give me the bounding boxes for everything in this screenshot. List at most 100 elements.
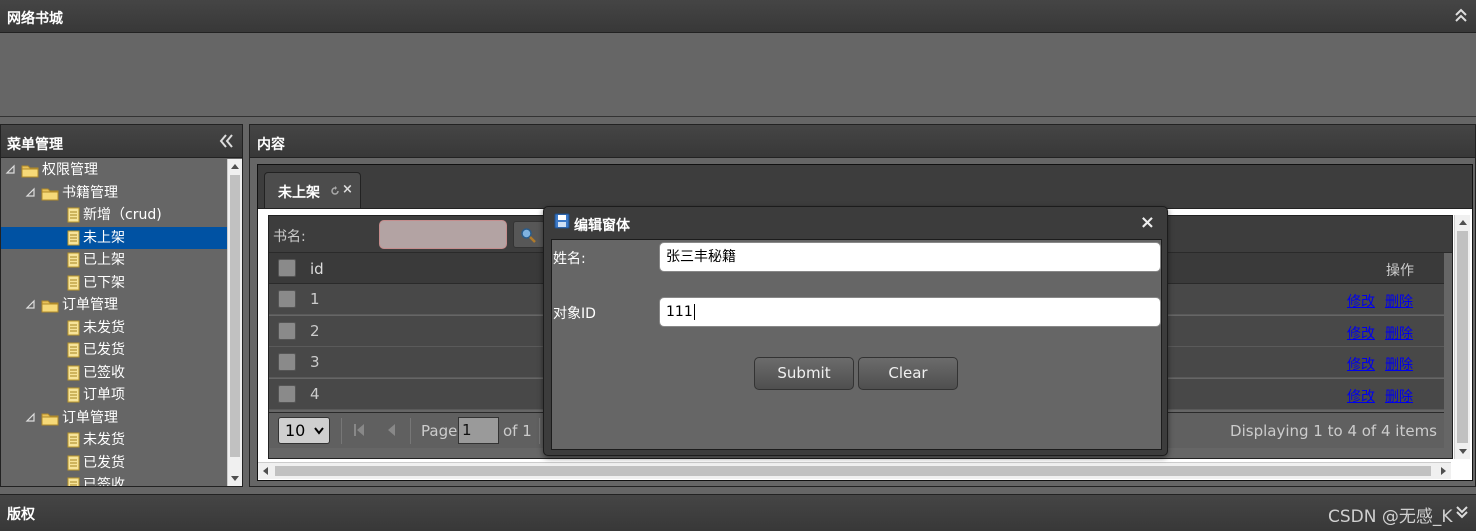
scroll-down-arrow-icon[interactable]	[1459, 449, 1467, 454]
cell-id: 3	[310, 353, 320, 371]
clear-button[interactable]: Clear	[858, 357, 958, 390]
tree-expand-icon[interactable]	[5, 159, 17, 181]
scroll-thumb[interactable]	[1457, 231, 1468, 443]
app-title: 网络书城	[7, 11, 63, 27]
tab-close-icon[interactable]: ×	[342, 182, 353, 197]
folder-icon	[41, 298, 59, 313]
tree-leaf-node[interactable]: 订单项	[1, 384, 227, 407]
tab-unlisted[interactable]: 未上架 ×	[264, 172, 361, 208]
tree-leaf-node[interactable]: 已发货	[1, 339, 227, 362]
refresh-icon[interactable]	[330, 186, 340, 196]
tree-node-label: 未发货	[83, 319, 125, 336]
scroll-up-arrow-icon[interactable]	[1459, 220, 1467, 225]
tree-scrollbar[interactable]	[227, 159, 242, 486]
search-button[interactable]	[513, 221, 545, 248]
file-icon	[67, 342, 80, 358]
grid-scrollbar[interactable]	[1454, 215, 1470, 459]
south-panel: 版权 CSDN @无感_K	[0, 494, 1476, 531]
search-icon	[521, 228, 536, 243]
folder-icon	[21, 163, 39, 178]
tree-folder-node[interactable]: 订单管理	[1, 294, 227, 317]
file-icon	[67, 387, 80, 403]
tree-leaf-node[interactable]: 新增（crud)	[1, 204, 227, 227]
collapse-up-icon[interactable]	[1454, 7, 1468, 23]
tree-leaf-node[interactable]: 已上架	[1, 249, 227, 272]
edit-link[interactable]: 修改	[1347, 291, 1375, 311]
tree-leaf-node[interactable]: 已发货	[1, 452, 227, 475]
tree-node-label: 未发货	[83, 432, 125, 448]
tabs-bar: 未上架 ×	[258, 165, 1472, 209]
delete-link[interactable]: 删除	[1385, 323, 1413, 343]
tree-expand-icon[interactable]	[25, 407, 37, 429]
horizontal-scrollbar[interactable]	[258, 462, 1451, 479]
column-header-id[interactable]: id	[310, 260, 324, 278]
cell-id: 1	[310, 290, 320, 308]
delete-link[interactable]: 删除	[1385, 291, 1413, 311]
page-size-select[interactable]: 10	[278, 417, 330, 444]
tree-expand-icon[interactable]	[25, 294, 37, 316]
scroll-thumb[interactable]	[230, 175, 240, 457]
scroll-down-arrow-icon[interactable]	[231, 476, 239, 481]
file-icon	[67, 230, 80, 246]
scroll-thumb[interactable]	[275, 466, 1431, 476]
folder-icon	[41, 411, 59, 425]
row-checkbox[interactable]	[278, 353, 296, 371]
book-name-search-input[interactable]	[379, 220, 507, 249]
edit-link[interactable]: 修改	[1347, 323, 1375, 343]
page-count: of 1	[503, 422, 532, 440]
file-icon	[67, 320, 80, 336]
collapse-left-icon[interactable]	[218, 133, 234, 149]
submit-button[interactable]: Submit	[754, 357, 854, 390]
dialog-header[interactable]: 编辑窗体 ×	[544, 207, 1167, 239]
watermark-text: CSDN @无感_K	[1328, 507, 1453, 527]
tree-leaf-node[interactable]: 已下架	[1, 272, 227, 295]
save-icon	[554, 213, 570, 229]
tree-leaf-node[interactable]: 未发货	[1, 317, 227, 340]
west-panel: 菜单管理 权限管理 书籍管理 新增（crud) 未上架 已上架 已下架 订单管理 未发货 已发货…	[0, 124, 243, 487]
scroll-right-arrow-icon[interactable]	[1441, 467, 1446, 475]
row-checkbox[interactable]	[278, 384, 296, 403]
tree-leaf-node[interactable]: 未发货	[1, 429, 227, 452]
tree-leaf-node[interactable]: 已签收	[1, 474, 227, 486]
tree-leaf-node[interactable]: 未上架	[1, 226, 227, 249]
row-checkbox[interactable]	[278, 321, 296, 340]
tree-node-label: 订单管理	[62, 297, 118, 313]
name-field-value: 张三丰秘籍	[666, 249, 736, 265]
object-id-label: 对象ID	[553, 306, 596, 322]
tree-folder-node[interactable]: 订单管理	[1, 407, 227, 430]
column-header-op[interactable]: 操作	[1386, 260, 1414, 280]
center-panel-header: 内容	[250, 125, 1475, 158]
file-icon	[67, 477, 80, 486]
object-id-field-value: 111	[666, 304, 693, 320]
scroll-up-arrow-icon[interactable]	[231, 164, 239, 169]
cell-id: 4	[310, 384, 320, 403]
file-icon	[67, 207, 80, 223]
prev-page-icon[interactable]	[386, 423, 396, 437]
delete-link[interactable]: 删除	[1385, 386, 1413, 406]
select-all-checkbox[interactable]	[278, 259, 296, 277]
tree-node-label: 未上架	[83, 229, 125, 246]
tree-expand-icon[interactable]	[25, 182, 37, 204]
edit-link[interactable]: 修改	[1347, 386, 1375, 406]
first-page-icon[interactable]	[353, 423, 365, 437]
scroll-left-arrow-icon[interactable]	[263, 467, 268, 475]
tree-node-label: 已下架	[83, 274, 125, 291]
tree-folder-node[interactable]: 书籍管理	[1, 182, 227, 205]
edit-link[interactable]: 修改	[1347, 354, 1375, 374]
tree-node-label: 订单项	[83, 387, 125, 403]
file-icon	[67, 275, 80, 291]
tree-folder-node[interactable]: 权限管理	[1, 159, 227, 182]
object-id-field[interactable]: 111	[659, 297, 1161, 327]
name-field[interactable]: 张三丰秘籍	[659, 242, 1161, 272]
row-checkbox[interactable]	[278, 290, 296, 308]
page-number-input[interactable]: 1	[458, 417, 499, 444]
delete-link[interactable]: 删除	[1385, 354, 1413, 374]
collapse-down-icon[interactable]	[1455, 505, 1469, 519]
tree-node-label: 新增（crud)	[83, 207, 162, 223]
dialog-close-icon[interactable]: ×	[1140, 212, 1155, 233]
west-panel-header: 菜单管理	[1, 125, 242, 158]
tree-node-label: 已发货	[83, 454, 125, 471]
chevron-down-icon	[314, 427, 324, 435]
tree-leaf-node[interactable]: 已签收	[1, 362, 227, 385]
north-panel-header: 网络书城	[0, 0, 1476, 33]
